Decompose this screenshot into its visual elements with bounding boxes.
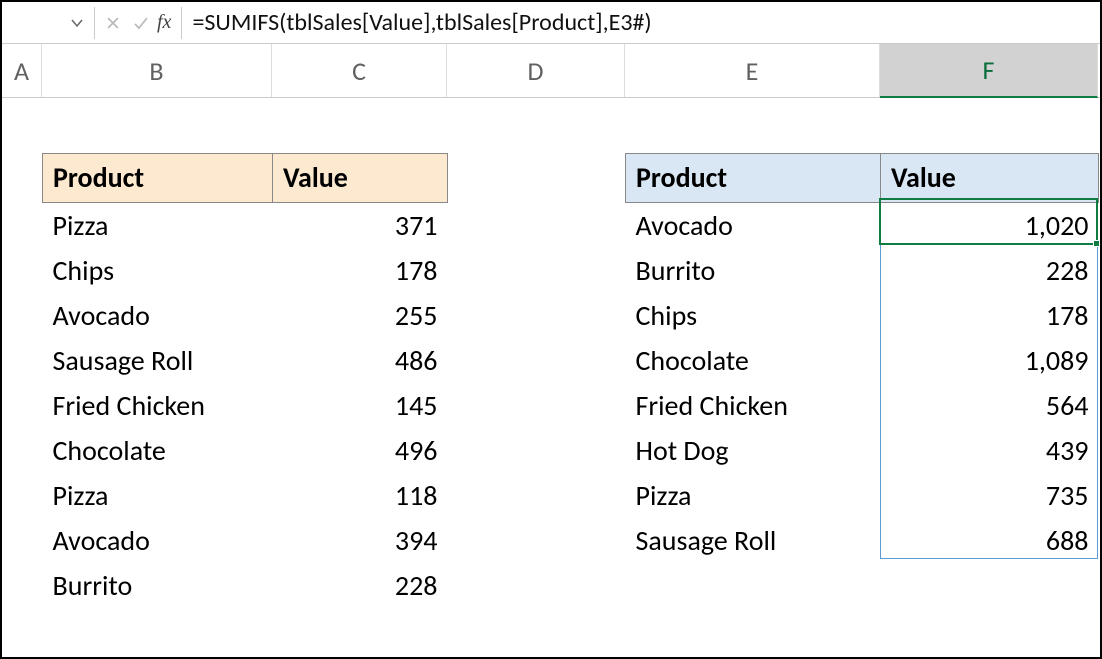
cell[interactable]: 439 xyxy=(881,428,1099,473)
separator xyxy=(94,7,95,39)
col-header-C[interactable]: C xyxy=(272,44,447,97)
cell[interactable]: Fried Chicken xyxy=(626,383,881,428)
cell[interactable]: Chips xyxy=(43,248,273,293)
worksheet-grid[interactable]: Product Value Pizza371 Chips178 Avocado2… xyxy=(2,98,1100,657)
table-row: Sausage Roll688 xyxy=(626,518,1099,563)
table-row: Burrito228 xyxy=(43,563,448,608)
col-header-D[interactable]: D xyxy=(447,44,625,97)
cell[interactable]: 178 xyxy=(273,248,448,293)
cell[interactable]: 564 xyxy=(881,383,1099,428)
table-row: Fried Chicken145 xyxy=(43,383,448,428)
cell[interactable]: Sausage Roll xyxy=(626,518,881,563)
separator xyxy=(181,7,182,39)
cell[interactable]: Sausage Roll xyxy=(43,338,273,383)
cell[interactable]: 394 xyxy=(273,518,448,563)
table-row: Burrito228 xyxy=(626,248,1099,293)
cell[interactable]: 688 xyxy=(881,518,1099,563)
formula-input[interactable]: =SUMIFS(tblSales[Value],tblSales[Product… xyxy=(186,8,1096,37)
col-header-F[interactable]: F xyxy=(880,44,1098,98)
table-row: Chocolate496 xyxy=(43,428,448,473)
table-row: Avocado255 xyxy=(43,293,448,338)
cancel-icon xyxy=(99,7,127,39)
cell[interactable]: 371 xyxy=(273,203,448,248)
sales-table: Product Value Pizza371 Chips178 Avocado2… xyxy=(42,153,448,608)
header-product[interactable]: Product xyxy=(43,154,273,203)
cell[interactable]: 486 xyxy=(273,338,448,383)
name-box[interactable] xyxy=(6,16,90,30)
table-row: Fried Chicken564 xyxy=(626,383,1099,428)
cell[interactable]: 118 xyxy=(273,473,448,518)
table-row: Sausage Roll486 xyxy=(43,338,448,383)
cell[interactable]: Chocolate xyxy=(626,338,881,383)
cell[interactable]: 735 xyxy=(881,473,1099,518)
table-header-row: Product Value xyxy=(626,154,1099,203)
column-headers: A B C D E F xyxy=(2,44,1100,98)
cell[interactable]: Avocado xyxy=(43,293,273,338)
chevron-down-icon[interactable] xyxy=(70,16,84,30)
header-value[interactable]: Value xyxy=(273,154,448,203)
cell[interactable]: 145 xyxy=(273,383,448,428)
table-row: Pizza118 xyxy=(43,473,448,518)
fx-icon[interactable]: fx xyxy=(155,11,177,34)
cell[interactable]: Avocado xyxy=(626,203,881,248)
table-row: Hot Dog439 xyxy=(626,428,1099,473)
cell[interactable]: Pizza xyxy=(43,203,273,248)
cell[interactable]: 228 xyxy=(881,248,1099,293)
header-product[interactable]: Product xyxy=(626,154,881,203)
cell[interactable]: 1,089 xyxy=(881,338,1099,383)
cell[interactable]: Fried Chicken xyxy=(43,383,273,428)
col-header-A[interactable]: A xyxy=(2,44,42,97)
enter-icon xyxy=(127,7,155,39)
cell[interactable]: Avocado xyxy=(43,518,273,563)
table-row: Pizza371 xyxy=(43,203,448,248)
cell[interactable]: Pizza xyxy=(626,473,881,518)
cell[interactable]: 255 xyxy=(273,293,448,338)
cell[interactable]: Burrito xyxy=(43,563,273,608)
cell[interactable]: 178 xyxy=(881,293,1099,338)
header-value[interactable]: Value xyxy=(881,154,1099,203)
cell[interactable]: 1,020 xyxy=(881,203,1099,248)
table-row: Avocado1,020 xyxy=(626,203,1099,248)
table-row: Chocolate1,089 xyxy=(626,338,1099,383)
table-row: Avocado394 xyxy=(43,518,448,563)
cell[interactable]: Hot Dog xyxy=(626,428,881,473)
table-row: Chips178 xyxy=(626,293,1099,338)
col-header-B[interactable]: B xyxy=(42,44,272,97)
col-header-E[interactable]: E xyxy=(625,44,880,97)
formula-bar: fx =SUMIFS(tblSales[Value],tblSales[Prod… xyxy=(2,2,1100,44)
table-row: Pizza735 xyxy=(626,473,1099,518)
cell[interactable]: Chips xyxy=(626,293,881,338)
summary-table: Product Value Avocado1,020 Burrito228 Ch… xyxy=(625,153,1099,563)
cell[interactable]: 228 xyxy=(273,563,448,608)
cell[interactable]: Pizza xyxy=(43,473,273,518)
table-row: Chips178 xyxy=(43,248,448,293)
cell[interactable]: Burrito xyxy=(626,248,881,293)
cell[interactable]: Chocolate xyxy=(43,428,273,473)
table-header-row: Product Value xyxy=(43,154,448,203)
cell[interactable]: 496 xyxy=(273,428,448,473)
